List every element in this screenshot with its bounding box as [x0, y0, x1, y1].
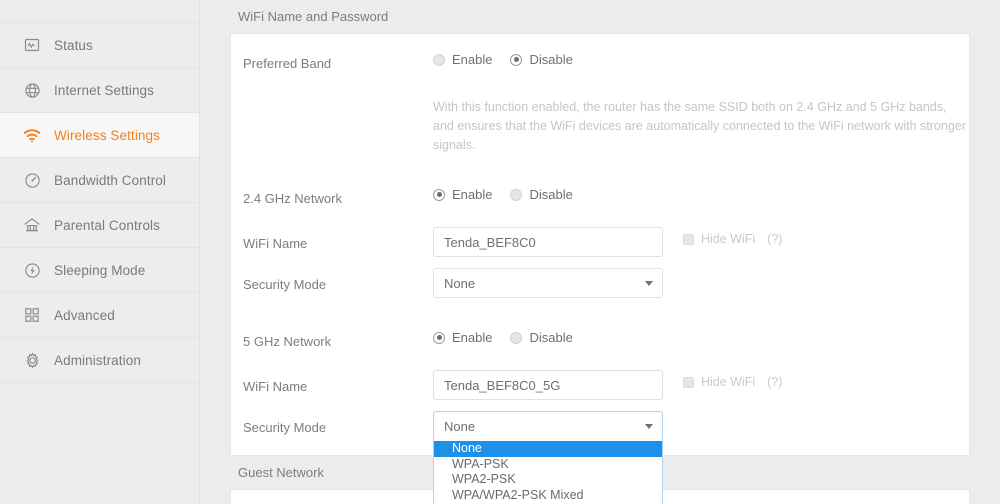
radio-label: Disable	[529, 330, 573, 345]
row-24ghz-security-mode: Security Mode None	[231, 257, 969, 298]
band-5-hide-wifi-checkbox[interactable]	[683, 376, 694, 388]
lightning-icon	[22, 260, 42, 280]
sidebar-item-sleeping-mode[interactable]: Sleeping Mode	[0, 248, 199, 293]
main-content: WiFi Name and Password Preferred Band En…	[200, 0, 1000, 504]
sidebar-item-administration[interactable]: Administration	[0, 338, 199, 383]
radio-dot	[510, 331, 523, 344]
note-spacer	[243, 98, 433, 100]
band-24-security-field: None	[433, 268, 969, 298]
sidebar-item-label: Status	[54, 37, 93, 53]
band-5-security-dropdown-list[interactable]: None WPA-PSK WPA2-PSK WPA/WPA2-PSK Mixed	[433, 440, 663, 504]
wifi-settings-card: Preferred Band Enable Disable With this …	[230, 33, 970, 504]
band-24-hide-wifi-group: Hide WiFi (?)	[683, 232, 782, 246]
preferred-band-radio-group: Enable Disable	[433, 52, 969, 67]
row-5ghz-security-mode: Security Mode None None WPA-PSK WPA2-PSK…	[231, 400, 969, 504]
radio-dot	[433, 53, 445, 66]
band-24-enable-radio[interactable]: Enable	[433, 187, 492, 202]
chevron-down-icon	[645, 281, 653, 286]
band-5-disable-radio[interactable]: Disable	[510, 330, 573, 345]
grid-squares-icon	[22, 305, 42, 325]
band-24-security-label: Security Mode	[243, 277, 327, 292]
house-icon	[22, 215, 42, 235]
sidebar-item-label: Administration	[54, 352, 141, 368]
band-24-disable-radio[interactable]: Disable	[510, 187, 573, 202]
radio-label: Disable	[529, 187, 573, 202]
sidebar-item-internet-settings[interactable]: Internet Settings	[0, 68, 199, 113]
sidebar-item-wireless-settings[interactable]: Wireless Settings	[0, 113, 199, 158]
band-5-hide-wifi-group: Hide WiFi (?)	[683, 375, 782, 389]
radio-label: Disable	[529, 52, 573, 67]
band-5-security-value: None	[444, 418, 476, 434]
dropdown-option-wpa-wpa2-psk-mixed[interactable]: WPA/WPA2-PSK Mixed	[434, 488, 662, 504]
band-5-radio-group: Enable Disable	[433, 330, 969, 345]
radio-label: Enable	[452, 52, 493, 67]
preferred-band-note: With this function enabled, the router h…	[433, 100, 966, 152]
row-5ghz-wifi-name: WiFi Name Hide WiFi (?)	[231, 352, 969, 400]
sidebar-item-label: Parental Controls	[54, 217, 161, 233]
chevron-down-icon	[645, 424, 653, 429]
band-5-security-label: Security Mode	[243, 420, 327, 435]
band-5-enable-radio[interactable]: Enable	[433, 330, 492, 345]
preferred-band-label: Preferred Band	[243, 56, 332, 71]
band-5-help-icon[interactable]: (?)	[767, 375, 782, 389]
band-24-network-label: 2.4 GHz Network	[243, 191, 342, 206]
sidebar-item-label: Sleeping Mode	[54, 262, 146, 278]
band-5-wifi-name-field: Hide WiFi (?)	[433, 370, 969, 400]
band-24-security-select[interactable]: None	[433, 268, 663, 298]
dropdown-option-none[interactable]: None	[434, 441, 662, 457]
radio-dot	[433, 188, 445, 201]
band-24-wifi-name-label: WiFi Name	[243, 236, 308, 251]
sidebar-item-label: Bandwidth Control	[54, 172, 167, 188]
band-24-hide-wifi-label: Hide WiFi	[701, 232, 756, 246]
band-5-security-field: None None WPA-PSK WPA2-PSK WPA/WPA2-PSK …	[433, 411, 969, 504]
gauge-icon	[22, 170, 42, 190]
row-5ghz-network: 5 GHz Network Enable Disable	[231, 298, 969, 352]
preferred-band-note-field: With this function enabled, the router h…	[433, 98, 969, 155]
sidebar-item-label: Internet Settings	[54, 82, 155, 98]
dropdown-option-wpa2-psk[interactable]: WPA2-PSK	[434, 472, 662, 488]
preferred-band-enable-radio[interactable]: Enable	[433, 52, 492, 67]
sidebar: Status Internet Settings Wireless Settin…	[0, 0, 200, 504]
band-5-hide-wifi-label: Hide WiFi	[701, 375, 756, 389]
band-24-wifi-name-field: Hide WiFi (?)	[433, 227, 969, 257]
row-preferred-band-note: With this function enabled, the router h…	[231, 74, 969, 155]
preferred-band-field: Enable Disable	[433, 52, 969, 67]
row-24ghz-wifi-name: WiFi Name Hide WiFi (?)	[231, 209, 969, 257]
band-5-wifi-name-input[interactable]	[433, 370, 663, 400]
radio-dot	[510, 188, 523, 201]
band-24-wifi-name-input[interactable]	[433, 227, 663, 257]
sidebar-item-label: Advanced	[54, 307, 115, 323]
band-5-network-field: Enable Disable	[433, 330, 969, 345]
gear-icon	[22, 350, 42, 370]
sidebar-item-label: Wireless Settings	[54, 127, 160, 143]
row-24ghz-network: 2.4 GHz Network Enable Disable	[231, 155, 969, 209]
wifi-icon	[22, 125, 42, 145]
dropdown-option-wpa-psk[interactable]: WPA-PSK	[434, 457, 662, 473]
row-preferred-band: Preferred Band Enable Disable	[231, 50, 969, 74]
sidebar-item-parental-controls[interactable]: Parental Controls	[0, 203, 199, 248]
section-title-wifi: WiFi Name and Password	[238, 9, 389, 24]
status-monitor-icon	[22, 35, 42, 55]
preferred-band-disable-radio[interactable]: Disable	[510, 52, 573, 67]
band-5-security-select[interactable]: None	[433, 411, 663, 441]
band-24-hide-wifi-checkbox[interactable]	[683, 233, 694, 245]
radio-dot	[510, 53, 523, 66]
radio-label: Enable	[452, 187, 493, 202]
sidebar-top-partial-item	[0, 0, 199, 23]
band-24-help-icon[interactable]: (?)	[767, 232, 782, 246]
sidebar-item-advanced[interactable]: Advanced	[0, 293, 199, 338]
radio-dot	[433, 331, 445, 344]
sidebar-item-bandwidth-control[interactable]: Bandwidth Control	[0, 158, 199, 203]
band-5-wifi-name-label: WiFi Name	[243, 379, 308, 394]
sidebar-item-status[interactable]: Status	[0, 23, 199, 68]
band-24-radio-group: Enable Disable	[433, 187, 969, 202]
radio-label: Enable	[452, 330, 493, 345]
globe-icon	[22, 80, 42, 100]
band-24-security-value: None	[444, 275, 476, 291]
band-5-network-label: 5 GHz Network	[243, 334, 332, 349]
band-24-network-field: Enable Disable	[433, 187, 969, 202]
